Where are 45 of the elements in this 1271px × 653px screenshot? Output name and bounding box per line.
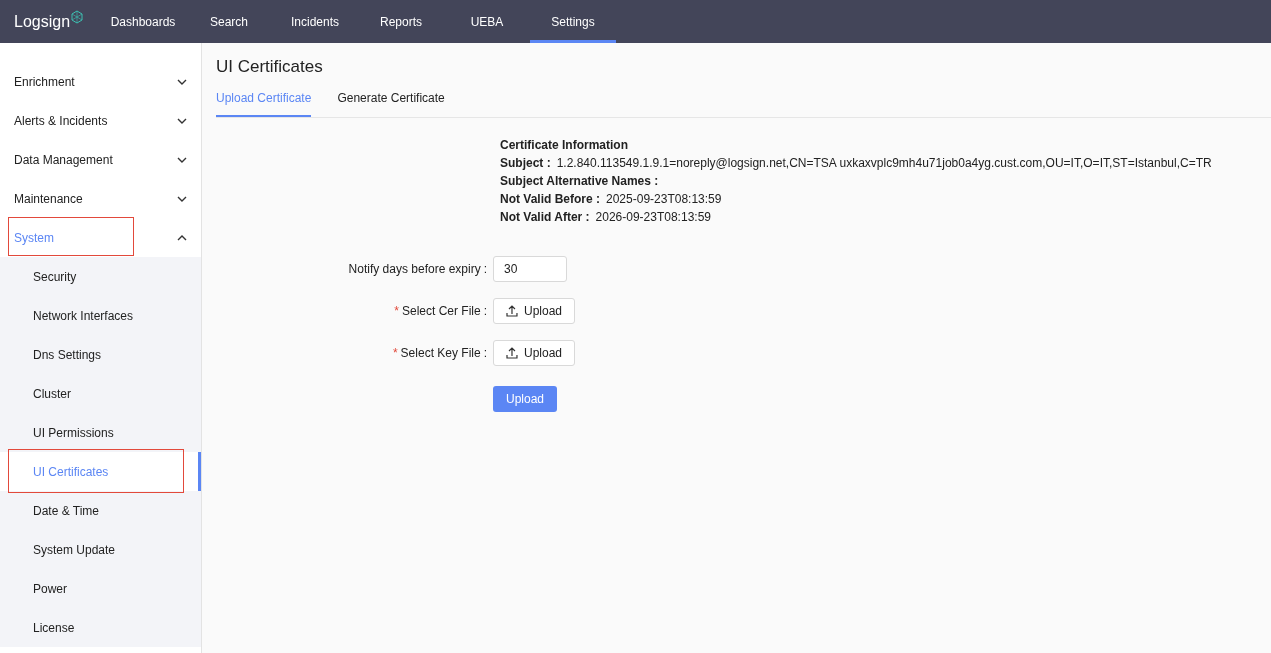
field-label: Subject Alternative Names : [500,174,659,188]
sidebar-subitem[interactable]: Date & Time [0,491,201,530]
form-label: Notify days before expiry [348,262,481,276]
nav-tab[interactable]: Search [186,0,272,43]
label-colon: : [483,346,487,360]
sidebar-subitem[interactable]: System Update [0,530,201,569]
sidebar-subitem[interactable]: License [0,608,201,647]
sidebar-subitem[interactable]: Power [0,569,201,608]
nav-tab[interactable]: UEBA [444,0,530,43]
upload-button[interactable]: Upload [493,298,575,324]
field-label: Subject : [500,156,551,170]
sidebar-item[interactable]: Alerts & Incidents [0,101,201,140]
upload-button[interactable]: Upload [493,340,575,366]
sidebar-subitem[interactable]: Dns Settings [0,335,201,374]
sidebar-item[interactable]: System [0,218,201,257]
label-colon: : [483,304,487,318]
section-heading: Certificate Information [500,138,629,152]
days-input-field[interactable]: 30 [493,256,567,282]
field-value: 2026-09-23T08:13:59 [595,210,711,224]
sidebar-item[interactable]: Enrichment [0,62,201,101]
nav-tab[interactable]: Reports [358,0,444,43]
sidebar-item[interactable]: Data Management [0,140,201,179]
sidebar-subitem[interactable]: UI Permissions [0,413,201,452]
form-label: Select Cer File [401,304,481,318]
sidebar-subitem[interactable]: Cluster [0,374,201,413]
logo-text: Logsign [14,12,71,31]
field-value: 1.2.840.113549.1.9.1=noreply@logsign.net,CN=TSA uxkaxvplc9mh4u71job0a4yg.cust.com,OU=IT,O=IT,ST=Istanbul,C=TR [556,156,1212,170]
form-label: Select Key File [400,346,481,360]
nav-tab[interactable]: Dashboards [100,0,186,43]
tab[interactable]: Generate Certificate [337,87,445,117]
upload-icon [506,347,518,359]
network-logo-icon [70,9,85,24]
upload-icon [506,305,518,317]
nav-tab[interactable]: Incidents [272,0,358,43]
sidebar-subitem[interactable]: Security [0,257,201,296]
label-colon: : [483,262,487,276]
field-value: 2025-09-23T08:13:59 [606,192,722,206]
sidebar-subitem[interactable]: Network Interfaces [0,296,201,335]
required-mark: * [392,346,398,360]
field-label: Not Valid After : [500,210,590,224]
page-title: UI Certificates [216,57,324,77]
field-label: Not Valid Before : [500,192,600,206]
sidebar-item[interactable]: Maintenance [0,179,201,218]
required-mark: * [394,304,399,318]
sidebar-subitem[interactable]: UI Certificates [0,452,201,491]
